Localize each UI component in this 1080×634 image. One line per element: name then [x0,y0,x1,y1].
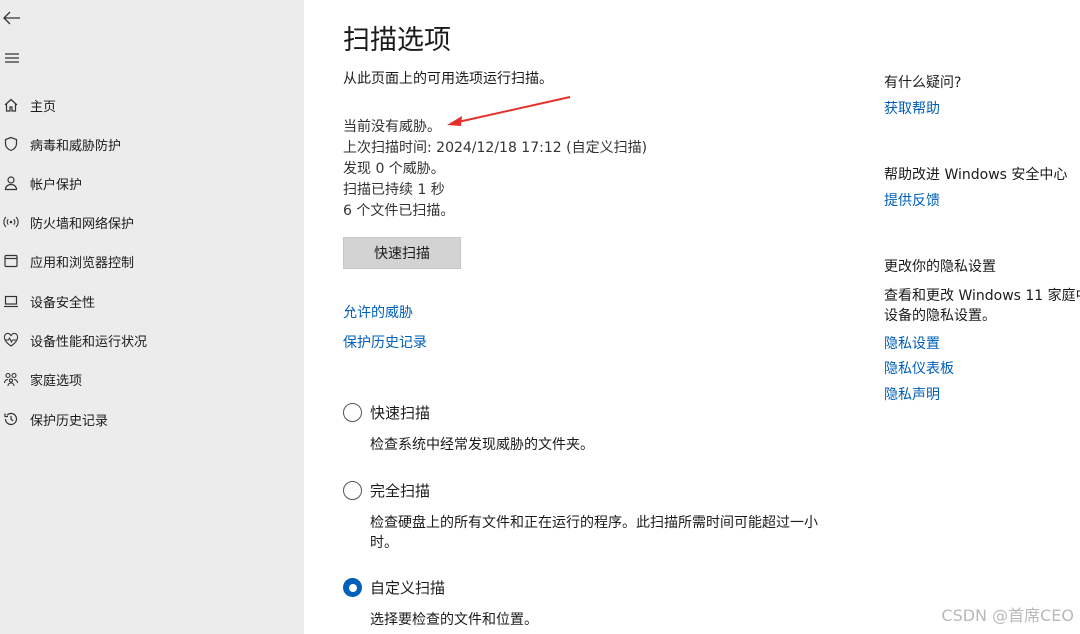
annotation-arrow [447,96,571,126]
option-custom-scan[interactable]: 自定义扫描 [343,577,445,598]
help-heading: 有什么疑问? [884,75,962,91]
option-full-scan[interactable]: 完全扫描 [343,480,430,501]
page-subtitle: 从此页面上的可用选项运行扫描。 [343,71,553,87]
menu-button[interactable] [0,46,24,70]
sidebar-item-app-browser-control[interactable]: 应用和浏览器控制 [0,247,300,275]
quick-scan-radio[interactable] [343,403,362,422]
option-label: 完全扫描 [370,482,431,500]
sidebar-item-home[interactable]: 主页 [0,91,300,119]
sidebar-item-label: 设备性能和运行状况 [30,334,148,350]
sidebar-item-device-health[interactable]: 设备性能和运行状况 [0,326,300,354]
sidebar: 主页 病毒和威胁防护 帐户保护 防火墙和网络保护 应用和浏览器控制 设备安全性 [0,0,304,634]
privacy-heading: 更改你的隐私设置 [884,259,996,275]
privacy-statement-link[interactable]: 隐私声明 [884,384,940,404]
page-title: 扫描选项 [343,25,451,56]
get-help-link[interactable]: 获取帮助 [884,98,940,118]
sidebar-item-label: 主页 [30,99,57,115]
family-icon [1,369,21,389]
sidebar-item-firewall[interactable]: 防火墙和网络保护 [0,208,300,236]
option-description: 检查硬盘上的所有文件和正在运行的程序。此扫描所需时间可能超过一小时。 [370,515,818,551]
full-scan-radio[interactable] [343,481,362,500]
option-label: 快速扫描 [370,404,431,422]
sidebar-item-label: 帐户保护 [30,177,83,193]
sidebar-item-label: 家庭选项 [30,373,83,389]
quick-scan-button[interactable]: 快速扫描 [343,237,461,269]
sidebar-item-protection-history[interactable]: 保护历史记录 [0,405,300,433]
app-window-icon [1,251,21,271]
improve-heading: 帮助改进 Windows 安全中心 [884,167,1068,183]
status-files-scanned: 6 个文件已扫描。 [343,203,455,219]
person-icon [1,173,21,193]
sidebar-item-account-protection[interactable]: 帐户保护 [0,169,300,197]
heart-pulse-icon [1,330,21,350]
status-threats-found: 发现 0 个威胁。 [343,161,445,177]
sidebar-item-label: 设备安全性 [30,295,96,311]
allowed-threats-link[interactable]: 允许的威胁 [343,302,413,322]
home-icon [1,95,21,115]
sidebar-item-device-security[interactable]: 设备安全性 [0,287,300,315]
privacy-description-line2: 设备的隐私设置。 [884,308,996,324]
wifi-signal-icon [1,212,21,232]
arrow-left-icon [3,11,20,25]
watermark: CSDN @首席CEO [941,606,1074,625]
sidebar-item-label: 病毒和威胁防护 [30,138,122,154]
privacy-description-line1: 查看和更改 Windows 11 家庭中 [884,288,1080,304]
shield-icon [1,134,21,154]
privacy-settings-link[interactable]: 隐私设置 [884,333,940,353]
option-label: 自定义扫描 [370,579,446,597]
hamburger-icon [5,53,19,63]
custom-scan-radio[interactable] [343,578,362,597]
back-button[interactable] [0,6,24,30]
protection-history-link[interactable]: 保护历史记录 [343,332,427,352]
main-content: 扫描选项 从此页面上的可用选项运行扫描。 当前没有威胁。 上次扫描时间: 202… [304,0,1080,634]
option-quick-scan[interactable]: 快速扫描 [343,402,430,423]
laptop-icon [1,291,21,311]
sidebar-item-family-options[interactable]: 家庭选项 [0,365,300,393]
give-feedback-link[interactable]: 提供反馈 [884,190,940,210]
sidebar-item-label: 应用和浏览器控制 [30,255,135,271]
status-scan-duration: 扫描已持续 1 秒 [343,182,445,198]
option-description: 选择要检查的文件和位置。 [370,612,538,628]
sidebar-item-virus-protection[interactable]: 病毒和威胁防护 [0,130,300,158]
history-icon [1,409,21,429]
privacy-dashboard-link[interactable]: 隐私仪表板 [884,358,954,378]
sidebar-item-label: 防火墙和网络保护 [30,216,135,232]
option-description: 检查系统中经常发现威胁的文件夹。 [370,437,594,453]
sidebar-item-label: 保护历史记录 [30,413,109,429]
status-last-scan: 上次扫描时间: 2024/12/18 17:12 (自定义扫描) [343,140,648,156]
